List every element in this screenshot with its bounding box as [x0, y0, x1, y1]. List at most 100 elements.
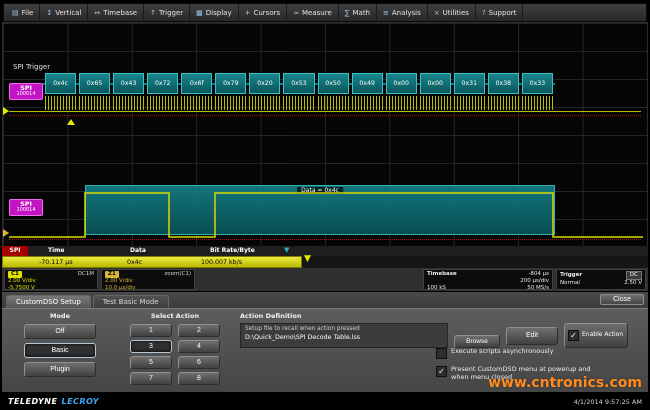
timebase-title: Timebase — [427, 271, 457, 278]
menu-item-icon: ↑ — [150, 9, 156, 17]
action-number-button[interactable]: 5 — [130, 356, 172, 369]
dialog-tabs: CustomDSO Setup Test Basic Mode — [6, 295, 169, 308]
trigger-title: Trigger — [560, 272, 582, 279]
async-scripts-option[interactable]: Execute scripts asynchronously — [436, 348, 553, 359]
menu-item[interactable]: ? Support — [476, 4, 523, 21]
async-scripts-checkbox[interactable] — [436, 348, 447, 359]
trigger-level: 2.50 V — [624, 280, 642, 287]
trigger-mode: Normal — [560, 280, 580, 287]
trigger-coupling-chip: DC — [626, 271, 642, 280]
menu-item[interactable]: × Utilities — [428, 4, 476, 21]
edit-button[interactable]: Edit — [506, 327, 558, 345]
timebase-panel[interactable]: Timebase -804 µs 200 µs/div 100 kS 50 MS… — [423, 269, 553, 290]
action-buttons: 1 2 3 4 5 6 7 8 — [122, 324, 228, 385]
menu-item-label: Timebase — [103, 9, 137, 17]
menu-item-icon: ∑ — [345, 9, 350, 17]
action-number-button[interactable]: 4 — [178, 340, 220, 353]
menu-item-label: Support — [489, 9, 517, 17]
menu-item-icon: ↔ — [94, 9, 100, 17]
decode-data-value: 0x4c — [127, 259, 142, 266]
menu-item-label: Cursors — [253, 9, 280, 17]
brand-lecroy: LECROY — [61, 397, 99, 406]
descriptor-row: C1 DC1M 2.00 V/div -5.7500 V Z1 zoom(C1)… — [2, 268, 648, 291]
menu-item[interactable]: ≈ Measure — [287, 4, 339, 21]
menu-item-icon: × — [434, 9, 440, 17]
menu-item[interactable]: ↔ Timebase — [88, 4, 144, 21]
waveform-grid[interactable]: SPI Trigger SPI 100014 0x4c 0x65 0x43 — [2, 22, 648, 248]
mode-button[interactable]: Plugin — [24, 362, 96, 377]
menu-item-label: Trigger — [159, 9, 183, 17]
menu-item[interactable]: ∑ Math — [339, 4, 377, 21]
table-collapse-icon[interactable]: ▼ — [284, 246, 289, 254]
mode-section-title: Mode — [8, 312, 112, 320]
menu-item[interactable]: ≡ Analysis — [377, 4, 428, 21]
action-number-button[interactable]: 3 — [130, 340, 172, 353]
menu-item-icon: ≡ — [383, 9, 389, 17]
timebase-scale: 200 µs/div — [520, 278, 549, 285]
trigger-panel[interactable]: Trigger DC Normal 2.50 V — [556, 269, 646, 290]
menu-item-icon: + — [245, 9, 251, 17]
action-number-button[interactable]: 6 — [178, 356, 220, 369]
menu-item[interactable]: + Cursors — [239, 4, 288, 21]
action-number-button[interactable]: 7 — [130, 372, 172, 385]
menu-item-label: Measure — [302, 9, 332, 17]
zoom-z1-descriptor[interactable]: Z1 zoom(C1) 2.00 V/div 10.0 µs/div — [101, 269, 195, 290]
watermark: www.cntronics.com — [488, 375, 642, 391]
c1-scale: 2.00 V/div — [8, 278, 36, 285]
status-bar: TELEDYNE LECROY 4/1/2014 9:57:25 AM — [0, 393, 650, 410]
mode-button[interactable]: Off — [24, 324, 96, 339]
decode-result-table: SPI Time Data Bit Rate/Byte ▼ -70.117 µs… — [2, 246, 648, 268]
z1-source: zoom(C1) — [164, 271, 191, 278]
column-header-data: Data — [130, 247, 146, 254]
menu-item-label: Display — [206, 9, 232, 17]
z1-scale: 2.00 V/div — [105, 278, 133, 285]
close-button[interactable]: Close — [600, 294, 644, 305]
menu-item-label: Utilities — [443, 9, 469, 17]
zoom-trace-waveform — [3, 23, 647, 247]
menu-item-label: File — [22, 9, 34, 17]
menu-item[interactable]: ↑ Trigger — [144, 4, 190, 21]
action-definition-title: Action Definition — [240, 312, 642, 320]
action-number-button[interactable]: 8 — [178, 372, 220, 385]
setup-file-field[interactable]: Setup file to recall when action pressed… — [240, 323, 448, 348]
dialog-tab[interactable]: Test Basic Mode — [93, 295, 169, 308]
menu-item-icon: ↕ — [46, 9, 52, 17]
select-action-title: Select Action — [122, 312, 228, 320]
menu-item-label: Vertical — [55, 9, 81, 17]
menu-item[interactable]: ↕ Vertical — [40, 4, 88, 21]
column-header-bitrate: Bit Rate/Byte — [210, 247, 255, 254]
oscilloscope-screen: ▤ File ↕ Vertical ↔ Timebase ↑ Trigger ▦… — [0, 0, 650, 410]
enable-action-checkbox[interactable]: ✓ — [568, 330, 579, 341]
channel-c1-descriptor[interactable]: C1 DC1M 2.00 V/div -5.7500 V — [4, 269, 98, 290]
decode-time-value: -70.117 µs — [39, 259, 73, 266]
enable-action-toggle[interactable]: ✓ Enable Action — [564, 323, 628, 348]
dialog-tab-bar: CustomDSO Setup Test Basic Mode Close — [2, 292, 648, 308]
menu-item-label: Analysis — [392, 9, 421, 17]
mode-buttons: Off Basic Plugin — [8, 324, 112, 377]
decode-table-row[interactable]: -70.117 µs 0x4c 100.007 kb/s — [2, 256, 302, 268]
timebase-position: -804 µs — [528, 271, 549, 278]
menu-bar: ▤ File ↕ Vertical ↔ Timebase ↑ Trigger ▦… — [3, 3, 647, 22]
mode-button[interactable]: Basic — [24, 343, 96, 358]
action-number-button[interactable]: 1 — [130, 324, 172, 337]
brand-teledyne: TELEDYNE — [8, 397, 57, 406]
menu-item-label: Math — [352, 9, 370, 17]
menu-item[interactable]: ▤ File — [6, 4, 40, 21]
teledyne-lecroy-logo: TELEDYNE LECROY — [8, 397, 99, 406]
present-menu-checkbox[interactable]: ✓ — [436, 366, 447, 377]
z1-timebase: 10.0 µs/div — [105, 285, 136, 292]
c1-chip: C1 — [8, 271, 22, 278]
dialog-tab[interactable]: CustomDSO Setup — [6, 295, 91, 308]
c1-offset: -5.7500 V — [8, 285, 35, 292]
spi-zoom-badge[interactable]: SPI 100014 — [9, 199, 43, 216]
decode-table-header: SPI Time Data Bit Rate/Byte ▼ — [2, 246, 648, 256]
datetime-display: 4/1/2014 9:57:25 AM — [574, 398, 642, 406]
enable-action-label: Enable Action — [582, 332, 623, 339]
spi-badge-id: 100014 — [10, 208, 42, 214]
mode-section: Mode Off Basic Plugin — [8, 312, 112, 377]
z1-chip: Z1 — [105, 271, 119, 278]
action-number-button[interactable]: 2 — [178, 324, 220, 337]
menu-item[interactable]: ▦ Display — [190, 4, 238, 21]
action-definition-section: Action Definition Setup file to recall w… — [240, 312, 642, 348]
decode-marker-line-bottom — [9, 239, 641, 240]
